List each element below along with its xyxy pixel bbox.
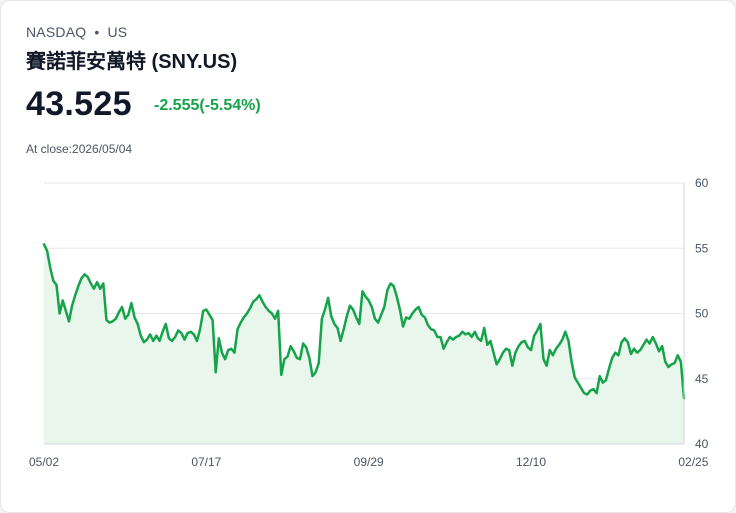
- price-chart: 60 55 50 45 40 05/02 07/17 09/29 12/10 02/25: [29, 176, 709, 469]
- y-tick-label: 60: [695, 176, 709, 190]
- x-axis-ticks: 05/02 07/17 09/29 12/10 02/25: [29, 455, 709, 469]
- y-tick-label: 40: [695, 437, 709, 451]
- x-tick-label: 09/29: [354, 455, 384, 469]
- y-tick-label: 55: [695, 241, 709, 255]
- x-tick-label: 07/17: [191, 455, 221, 469]
- x-tick-label: 02/25: [678, 455, 708, 469]
- stock-card: NASDAQ • US 賽諾菲安萬特 (SNY.US) 43.525 -2.555(…: [0, 0, 736, 513]
- y-axis-ticks: 60 55 50 45 40: [695, 176, 709, 451]
- price-area-fill: [44, 244, 684, 444]
- x-tick-label: 05/02: [29, 455, 59, 469]
- x-tick-label: 12/10: [516, 455, 546, 469]
- y-tick-label: 50: [695, 307, 709, 321]
- y-tick-label: 45: [695, 372, 709, 386]
